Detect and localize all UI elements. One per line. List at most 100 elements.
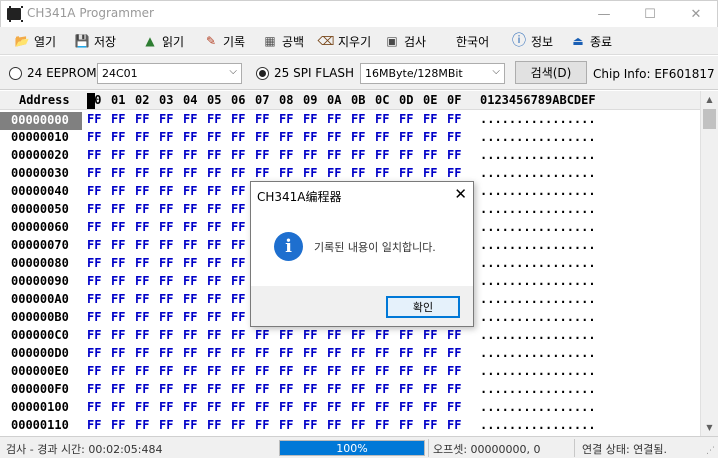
hex-byte[interactable]: FF	[159, 418, 173, 432]
hex-byte[interactable]: FF	[447, 328, 461, 342]
hex-byte[interactable]: FF	[303, 400, 317, 414]
hex-byte[interactable]: FF	[327, 112, 341, 126]
hex-byte[interactable]: FF	[111, 202, 125, 216]
hex-byte[interactable]: FF	[303, 130, 317, 144]
hex-byte[interactable]: FF	[375, 166, 389, 180]
hex-byte[interactable]: FF	[135, 418, 149, 432]
hex-byte[interactable]: FF	[279, 364, 293, 378]
hex-byte[interactable]: FF	[351, 112, 365, 126]
hex-byte[interactable]: FF	[111, 364, 125, 378]
hex-byte[interactable]: FF	[375, 328, 389, 342]
hex-byte[interactable]: FF	[423, 328, 437, 342]
hex-byte[interactable]: FF	[351, 382, 365, 396]
hex-byte[interactable]: FF	[231, 184, 245, 198]
hex-byte[interactable]: FF	[183, 220, 197, 234]
hex-byte[interactable]: FF	[255, 130, 269, 144]
exit-button[interactable]: ⏏ 종료	[570, 30, 612, 52]
hex-byte[interactable]: FF	[255, 166, 269, 180]
hex-byte[interactable]: FF	[183, 130, 197, 144]
hex-byte[interactable]: FF	[447, 382, 461, 396]
hex-byte[interactable]: FF	[351, 148, 365, 162]
hex-byte[interactable]: FF	[183, 112, 197, 126]
hex-byte[interactable]: FF	[207, 274, 221, 288]
hex-byte[interactable]: FF	[183, 364, 197, 378]
hex-byte[interactable]: FF	[231, 328, 245, 342]
hex-byte[interactable]: FF	[111, 310, 125, 324]
hex-byte[interactable]: FF	[87, 130, 101, 144]
hex-byte[interactable]: FF	[375, 382, 389, 396]
hex-byte[interactable]: FF	[351, 418, 365, 432]
hex-byte[interactable]: FF	[327, 400, 341, 414]
hex-byte[interactable]: FF	[183, 328, 197, 342]
hex-byte[interactable]: FF	[135, 130, 149, 144]
hex-byte[interactable]: FF	[183, 148, 197, 162]
hex-byte[interactable]: FF	[159, 364, 173, 378]
hex-byte[interactable]: FF	[327, 148, 341, 162]
hex-byte[interactable]: FF	[207, 112, 221, 126]
hex-byte[interactable]: FF	[303, 148, 317, 162]
hex-byte[interactable]: FF	[111, 256, 125, 270]
hex-byte[interactable]: FF	[159, 328, 173, 342]
hex-byte[interactable]: FF	[135, 166, 149, 180]
hex-byte[interactable]: FF	[159, 148, 173, 162]
hex-byte[interactable]: FF	[87, 346, 101, 360]
hex-byte[interactable]: FF	[231, 166, 245, 180]
hex-byte[interactable]: FF	[399, 328, 413, 342]
hex-byte[interactable]: FF	[423, 112, 437, 126]
hex-byte[interactable]: FF	[423, 364, 437, 378]
hex-byte[interactable]: FF	[135, 274, 149, 288]
hex-byte[interactable]: FF	[183, 184, 197, 198]
hex-byte[interactable]: FF	[207, 220, 221, 234]
hex-byte[interactable]: FF	[303, 346, 317, 360]
hex-byte[interactable]: FF	[87, 238, 101, 252]
hex-byte[interactable]: FF	[423, 166, 437, 180]
hex-byte[interactable]: FF	[183, 202, 197, 216]
dialog-close-button[interactable]: ✕	[454, 185, 467, 203]
hex-byte[interactable]: FF	[231, 292, 245, 306]
hex-byte[interactable]: FF	[111, 166, 125, 180]
hex-byte[interactable]: FF	[351, 130, 365, 144]
hex-byte[interactable]: FF	[423, 418, 437, 432]
scroll-down-icon[interactable]: ▼	[701, 419, 718, 436]
scroll-thumb[interactable]	[703, 109, 716, 129]
hex-byte[interactable]: FF	[207, 130, 221, 144]
hex-byte[interactable]: FF	[279, 346, 293, 360]
hex-byte[interactable]: FF	[447, 166, 461, 180]
hex-byte[interactable]: FF	[87, 310, 101, 324]
hex-byte[interactable]: FF	[351, 364, 365, 378]
hex-byte[interactable]: FF	[399, 400, 413, 414]
hex-byte[interactable]: FF	[303, 112, 317, 126]
hex-byte[interactable]: FF	[375, 400, 389, 414]
hex-byte[interactable]: FF	[87, 184, 101, 198]
maximize-button[interactable]: ☐	[627, 1, 673, 28]
hex-byte[interactable]: FF	[255, 346, 269, 360]
hex-byte[interactable]: FF	[87, 364, 101, 378]
hex-byte[interactable]: FF	[159, 220, 173, 234]
hex-byte[interactable]: FF	[423, 346, 437, 360]
write-button[interactable]: ✎ 기록	[203, 30, 245, 52]
hex-byte[interactable]: FF	[135, 310, 149, 324]
read-button[interactable]: ▲ 읽기	[142, 30, 184, 52]
hex-byte[interactable]: FF	[159, 184, 173, 198]
hex-byte[interactable]: FF	[207, 292, 221, 306]
hex-byte[interactable]: FF	[399, 382, 413, 396]
ok-button[interactable]: 확인	[386, 296, 460, 318]
spi-size-select[interactable]: 16MByte/128MBit ⌵	[360, 63, 505, 84]
hex-byte[interactable]: FF	[255, 328, 269, 342]
hex-byte[interactable]: FF	[207, 400, 221, 414]
vertical-scrollbar[interactable]: ▲ ▼	[700, 91, 718, 436]
hex-byte[interactable]: FF	[135, 112, 149, 126]
hex-byte[interactable]: FF	[87, 256, 101, 270]
hex-byte[interactable]: FF	[399, 364, 413, 378]
hex-byte[interactable]: FF	[135, 148, 149, 162]
hex-byte[interactable]: FF	[375, 364, 389, 378]
hex-byte[interactable]: FF	[87, 274, 101, 288]
hex-byte[interactable]: FF	[327, 130, 341, 144]
hex-byte[interactable]: FF	[111, 346, 125, 360]
hex-byte[interactable]: FF	[111, 292, 125, 306]
detect-button[interactable]: 검색(D)	[515, 61, 587, 84]
hex-byte[interactable]: FF	[159, 382, 173, 396]
hex-byte[interactable]: FF	[207, 202, 221, 216]
hex-byte[interactable]: FF	[183, 274, 197, 288]
hex-byte[interactable]: FF	[159, 274, 173, 288]
